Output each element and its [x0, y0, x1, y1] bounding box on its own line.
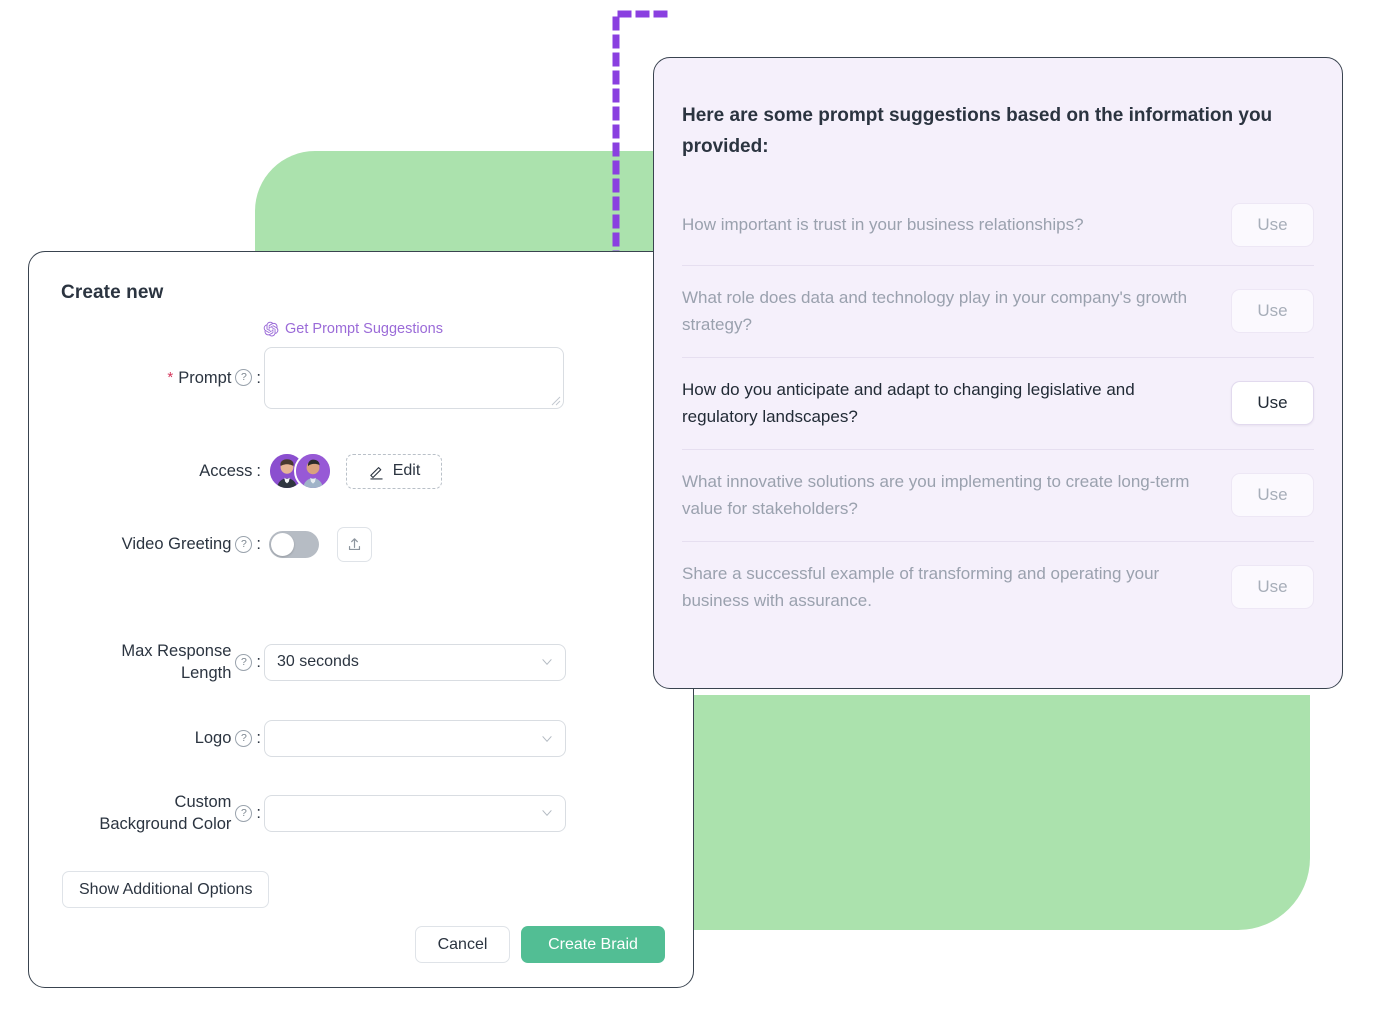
use-suggestion-button[interactable]: Use — [1231, 565, 1314, 610]
field-row-prompt: * Prompt ? : — [29, 347, 566, 409]
prompt-colon: : — [256, 368, 261, 387]
question-circle-icon[interactable]: ? — [235, 369, 253, 387]
avatar-person-2 — [296, 454, 330, 488]
use-suggestion-button[interactable]: Use — [1231, 473, 1314, 518]
custom-background-color-label-text: Custom Background Color — [99, 793, 232, 834]
field-row-custom-background-color: Custom Background Color ? : — [29, 791, 569, 836]
page-title: Create new — [61, 282, 164, 303]
use-suggestion-button[interactable]: Use — [1231, 381, 1314, 426]
prompt-label-text: Prompt — [178, 368, 232, 387]
openai-knot-icon — [263, 321, 279, 337]
max-response-length-label-text: Max Response Length — [121, 642, 232, 683]
suggestion-text: What role does data and technology play … — [682, 287, 1188, 335]
resize-grip-icon[interactable] — [551, 396, 561, 406]
list-item[interactable]: What innovative solutions are you implem… — [682, 448, 1314, 541]
custom-background-color-label: Custom Background Color ? : — [29, 791, 261, 836]
avatar[interactable] — [294, 452, 332, 490]
list-item[interactable]: Share a successful example of transformi… — [682, 540, 1314, 633]
video-greeting-colon: : — [256, 535, 261, 554]
edit-access-label: Edit — [392, 462, 421, 479]
create-braid-button[interactable]: Create Braid — [521, 926, 665, 963]
access-label: Access : — [29, 460, 261, 482]
field-row-access: Access : Edit — [29, 452, 489, 490]
logo-select[interactable] — [264, 720, 566, 757]
chevron-down-icon — [542, 659, 552, 666]
video-greeting-toggle[interactable] — [269, 531, 319, 558]
custom-background-color-select[interactable] — [264, 794, 566, 832]
pencil-icon — [369, 466, 383, 480]
get-prompt-suggestions-label: Get Prompt Suggestions — [285, 321, 443, 337]
max-response-length-select[interactable]: 30 seconds — [264, 643, 566, 681]
edit-access-button[interactable]: Edit — [346, 453, 442, 489]
create-new-card: Create new Get Prompt Suggestions * Prom… — [28, 251, 694, 988]
max-response-length-value: 30 seconds — [277, 653, 359, 671]
question-circle-icon[interactable]: ? — [235, 535, 253, 553]
chevron-down-icon — [542, 810, 552, 817]
list-item[interactable]: What role does data and technology play … — [682, 264, 1314, 357]
suggestion-text: How do you anticipate and adapt to chang… — [682, 379, 1135, 427]
use-suggestion-button[interactable]: Use — [1231, 202, 1314, 247]
access-avatars[interactable] — [268, 452, 332, 490]
logo-label-text: Logo — [194, 729, 232, 748]
field-row-logo: Logo ? : — [29, 720, 569, 757]
suggestion-text: Share a successful example of transformi… — [682, 563, 1160, 611]
question-circle-icon[interactable]: ? — [235, 653, 253, 671]
get-prompt-suggestions-link[interactable]: Get Prompt Suggestions — [263, 321, 443, 337]
suggestion-text: How important is trust in your business … — [682, 214, 1084, 234]
green-decoration-bottom — [665, 695, 1310, 930]
max-response-length-colon: : — [256, 653, 261, 672]
video-greeting-label-text: Video Greeting — [121, 535, 232, 554]
cancel-button[interactable]: Cancel — [415, 926, 510, 963]
prompt-input[interactable] — [264, 347, 564, 409]
show-additional-options-button[interactable]: Show Additional Options — [62, 871, 270, 908]
use-suggestion-button[interactable]: Use — [1231, 289, 1314, 334]
access-colon: : — [256, 461, 261, 480]
video-upload-button[interactable] — [337, 527, 372, 562]
required-asterisk: * — [167, 369, 174, 387]
question-circle-icon[interactable]: ? — [235, 804, 253, 822]
logo-colon: : — [256, 729, 261, 748]
toggle-knob — [271, 533, 294, 556]
prompt-label: * Prompt ? : — [29, 367, 261, 389]
question-circle-icon[interactable]: ? — [235, 729, 253, 747]
green-decoration-top — [255, 151, 685, 261]
max-response-length-label: Max Response Length ? : — [29, 640, 261, 685]
video-greeting-label: Video Greeting ? : — [29, 533, 261, 555]
chevron-down-icon — [542, 735, 552, 742]
field-row-max-response-length: Max Response Length ? : 30 seconds — [29, 640, 569, 685]
prompt-suggestions-panel: Here are some prompt suggestions based o… — [653, 57, 1343, 689]
field-row-video-greeting: Video Greeting ? : — [29, 527, 449, 562]
suggestions-title: Here are some prompt suggestions based o… — [682, 105, 1273, 158]
list-item[interactable]: How do you anticipate and adapt to chang… — [682, 356, 1314, 449]
list-item[interactable]: How important is trust in your business … — [682, 185, 1314, 265]
suggestion-text: What innovative solutions are you implem… — [682, 471, 1190, 519]
suggestions-list: How important is trust in your business … — [682, 185, 1314, 633]
custom-background-color-colon: : — [256, 804, 261, 823]
logo-label: Logo ? : — [29, 727, 261, 749]
access-label-text: Access — [199, 461, 253, 480]
upload-tray-icon — [348, 538, 361, 551]
